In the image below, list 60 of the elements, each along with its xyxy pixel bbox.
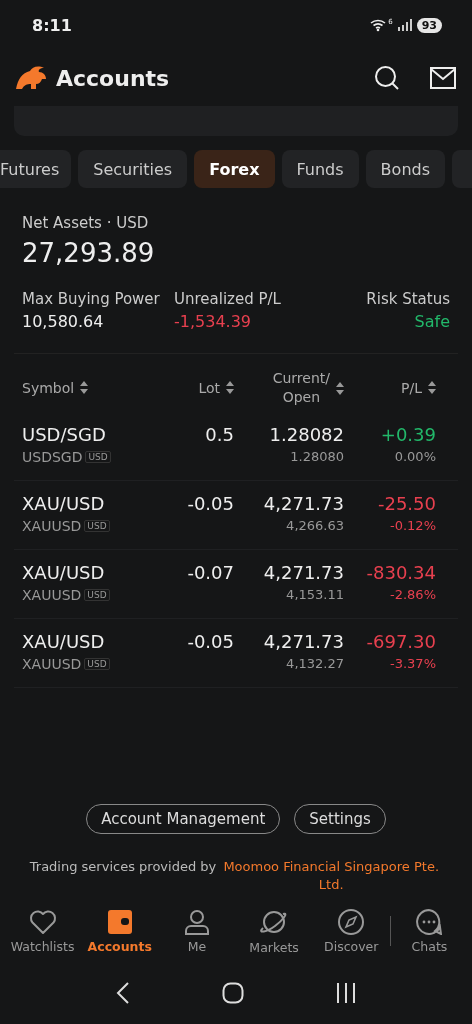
currency-tag: USD: [84, 589, 110, 601]
footer-text: Trading services provided by: [29, 857, 217, 876]
open-price: 4,132.27: [286, 656, 344, 671]
category-tab[interactable]: Securities: [78, 150, 188, 188]
current-price: 4,271.73: [263, 631, 344, 652]
currency-tag: USD: [84, 520, 110, 532]
symbol-code: XAUUSD: [22, 656, 82, 672]
symbol-code: XAUUSD: [22, 518, 82, 534]
symbol-code: XAUUSD: [22, 587, 82, 603]
symbol-text: XAU/USD: [22, 493, 105, 514]
category-tab[interactable]: Funds: [281, 150, 359, 188]
lot-value: -0.05: [187, 493, 234, 514]
symbol-text: XAU/USD: [22, 562, 105, 583]
symbol-text: XAU/USD: [22, 631, 105, 652]
pl-value: -697.30: [366, 631, 436, 652]
status-time: 8:11: [32, 15, 72, 35]
symbol-code: USDSGD: [22, 449, 83, 465]
symbol-text: USD/SGD: [22, 424, 106, 445]
company-link[interactable]: Moomoo Financial Singapore Pte. Ltd.: [220, 857, 443, 894]
nav-tab[interactable]: Markets: [235, 907, 313, 955]
current-price: 4,271.73: [263, 493, 344, 514]
nav-tab[interactable]: Accounts: [81, 908, 159, 954]
net-assets-label: Net Assets · USD: [22, 214, 150, 232]
pl-percent: -2.86%: [390, 587, 436, 602]
pl-percent: -0.12%: [390, 518, 436, 533]
stat-label: Risk Status: [366, 290, 450, 308]
open-price: 4,266.63: [286, 518, 344, 533]
category-tab[interactable]: Forex: [194, 150, 275, 188]
lot-value: 0.5: [205, 424, 234, 445]
net-assets-value: 27,293.89: [22, 238, 156, 268]
battery-indicator: 93: [416, 17, 442, 33]
pl-value: +0.39: [380, 424, 436, 445]
nav-tab[interactable]: Me: [158, 908, 236, 954]
current-price: 1.28082: [269, 424, 344, 445]
page-title: Accounts: [56, 65, 170, 91]
category-tab[interactable]: Bonds: [365, 150, 445, 188]
currency-tag: USD: [84, 658, 110, 670]
lot-value: -0.07: [187, 562, 234, 583]
column-header[interactable]: Current/ Open: [272, 369, 330, 407]
lot-value: -0.05: [187, 631, 234, 652]
pl-percent: 0.00%: [394, 449, 436, 464]
nav-tab[interactable]: Chats: [390, 908, 469, 954]
stat-value: Safe: [414, 312, 450, 331]
stat-value: -1,534.39: [174, 312, 252, 331]
nav-tab[interactable]: Watchlists: [4, 908, 82, 954]
open-price: 4,153.11: [286, 587, 344, 602]
column-header[interactable]: Lot: [198, 378, 220, 398]
pl-percent: -3.37%: [390, 656, 436, 671]
stat-label: Max Buying Power: [22, 290, 160, 308]
currency-tag: USD: [85, 451, 111, 463]
column-header[interactable]: Symbol: [22, 378, 75, 398]
stat-value: 10,580.64: [22, 312, 105, 331]
stat-label: Unrealized P/L: [174, 290, 281, 308]
current-price: 4,271.73: [263, 562, 344, 583]
pl-value: -25.50: [377, 493, 436, 514]
nav-tab[interactable]: Discover: [312, 908, 390, 954]
open-price: 1.28080: [290, 449, 344, 464]
column-header[interactable]: P/L: [401, 378, 422, 398]
category-tab[interactable]: Futures: [0, 150, 72, 188]
pl-value: -830.34: [366, 562, 436, 583]
